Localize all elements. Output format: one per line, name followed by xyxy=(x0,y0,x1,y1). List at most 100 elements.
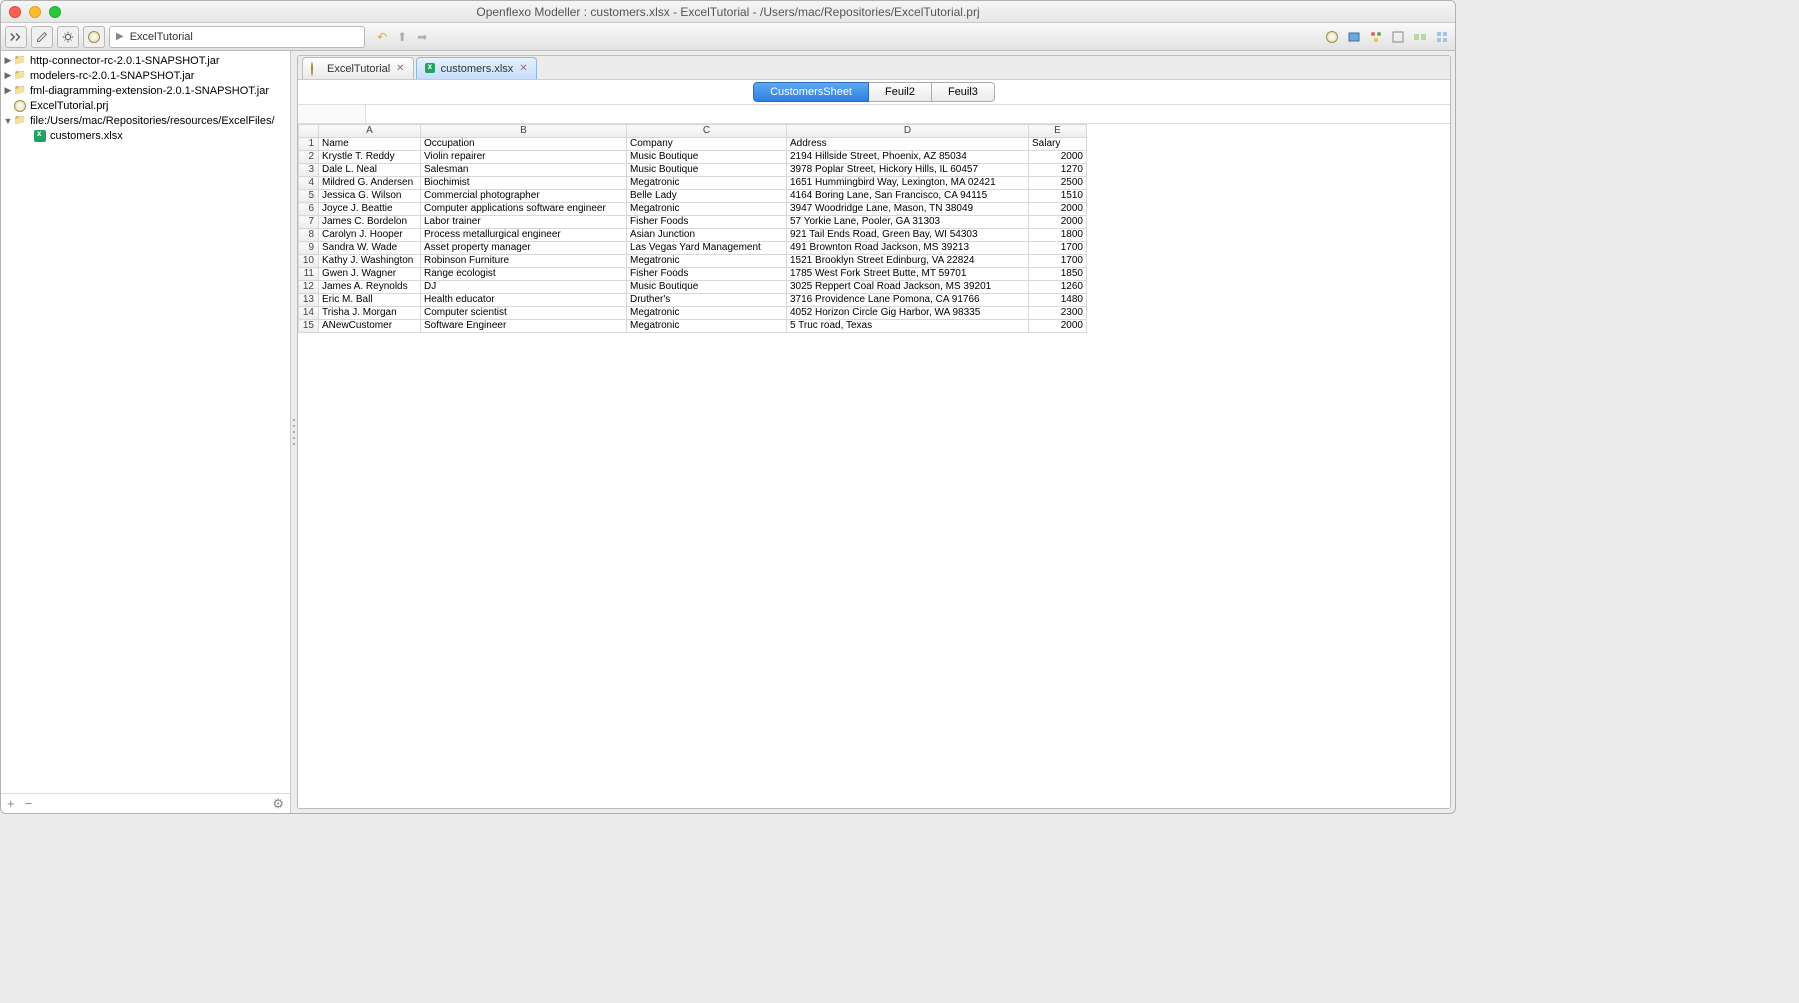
cell[interactable]: 2300 xyxy=(1029,307,1087,320)
column-header[interactable]: D xyxy=(787,125,1029,138)
cell[interactable]: Carolyn J. Hooper xyxy=(319,229,421,242)
tree-item[interactable]: ExcelTutorial.prj xyxy=(1,98,290,113)
sheet-feuil2[interactable]: Feuil2 xyxy=(869,82,932,102)
name-box[interactable] xyxy=(298,105,366,123)
cell[interactable]: Commercial photographer xyxy=(421,190,627,203)
cell[interactable]: 1785 West Fork Street Butte, MT 59701 xyxy=(787,268,1029,281)
cell[interactable]: 1700 xyxy=(1029,255,1087,268)
cell[interactable]: ANewCustomer xyxy=(319,320,421,333)
tree-item[interactable]: ▶fml-diagramming-extension-2.0.1-SNAPSHO… xyxy=(1,83,290,98)
cell[interactable]: Fisher Foods xyxy=(627,216,787,229)
cell[interactable]: 1850 xyxy=(1029,268,1087,281)
cell[interactable]: Megatronic xyxy=(627,255,787,268)
collapse-all-icon[interactable] xyxy=(5,26,27,48)
row-header[interactable]: 12 xyxy=(299,281,319,294)
table-row[interactable]: 10Kathy J. WashingtonRobinson FurnitureM… xyxy=(299,255,1087,268)
column-header[interactable]: E xyxy=(1029,125,1087,138)
table-row[interactable]: 1NameOccupationCompanyAddressSalary xyxy=(299,138,1087,151)
cell[interactable]: Las Vegas Yard Management xyxy=(627,242,787,255)
cell[interactable]: Mildred G. Andersen xyxy=(319,177,421,190)
perspective-icon-4[interactable] xyxy=(1389,28,1407,46)
cell[interactable]: 1480 xyxy=(1029,294,1087,307)
cell[interactable]: Computer applications software engineer xyxy=(421,203,627,216)
edit-icon[interactable] xyxy=(31,26,53,48)
nav-forward-icon[interactable]: ➡ xyxy=(413,28,431,46)
titlebar[interactable]: Openflexo Modeller : customers.xlsx - Ex… xyxy=(1,1,1455,23)
cell[interactable]: 3025 Reppert Coal Road Jackson, MS 39201 xyxy=(787,281,1029,294)
cell[interactable]: Salary xyxy=(1029,138,1087,151)
disclosure-right-icon[interactable]: ▶ xyxy=(3,70,13,81)
row-header[interactable]: 10 xyxy=(299,255,319,268)
cell[interactable]: 2500 xyxy=(1029,177,1087,190)
cell[interactable]: Labor trainer xyxy=(421,216,627,229)
cell[interactable]: 57 Yorkie Lane, Pooler, GA 31303 xyxy=(787,216,1029,229)
cell[interactable]: 1651 Hummingbird Way, Lexington, MA 0242… xyxy=(787,177,1029,190)
cell[interactable]: 1800 xyxy=(1029,229,1087,242)
table-row[interactable]: 13Eric M. BallHealth educatorDruther's37… xyxy=(299,294,1087,307)
row-header[interactable]: 14 xyxy=(299,307,319,320)
cell[interactable]: Megatronic xyxy=(627,320,787,333)
perspective-icon-6[interactable] xyxy=(1433,28,1451,46)
tree-item[interactable]: ▶http-connector-rc-2.0.1-SNAPSHOT.jar xyxy=(1,53,290,68)
cell[interactable]: 1510 xyxy=(1029,190,1087,203)
cell[interactable]: 4052 Horizon Circle Gig Harbor, WA 98335 xyxy=(787,307,1029,320)
cell[interactable]: Robinson Furniture xyxy=(421,255,627,268)
row-header[interactable]: 8 xyxy=(299,229,319,242)
row-header[interactable]: 6 xyxy=(299,203,319,216)
table-row[interactable]: 7James C. BordelonLabor trainerFisher Fo… xyxy=(299,216,1087,229)
cell[interactable]: DJ xyxy=(421,281,627,294)
cell[interactable]: Krystle T. Reddy xyxy=(319,151,421,164)
perspective-icon-1[interactable] xyxy=(1323,28,1341,46)
table-row[interactable]: 15ANewCustomerSoftware EngineerMegatroni… xyxy=(299,320,1087,333)
footer-gear-icon[interactable]: ⚙ xyxy=(272,796,284,812)
cell[interactable]: James C. Bordelon xyxy=(319,216,421,229)
cell[interactable]: Music Boutique xyxy=(627,151,787,164)
cell[interactable]: 1700 xyxy=(1029,242,1087,255)
cell[interactable]: Computer scientist xyxy=(421,307,627,320)
cell[interactable]: Violin repairer xyxy=(421,151,627,164)
cell[interactable]: 2194 Hillside Street, Phoenix, AZ 85034 xyxy=(787,151,1029,164)
table-row[interactable]: 3Dale L. NealSalesmanMusic Boutique3978 … xyxy=(299,164,1087,177)
cell[interactable]: James A. Reynolds xyxy=(319,281,421,294)
cell[interactable]: Range ecologist xyxy=(421,268,627,281)
table-row[interactable]: 2Krystle T. ReddyViolin repairerMusic Bo… xyxy=(299,151,1087,164)
column-header[interactable]: A xyxy=(319,125,421,138)
corner-cell[interactable] xyxy=(299,125,319,138)
cell[interactable]: Belle Lady xyxy=(627,190,787,203)
cell[interactable]: Fisher Foods xyxy=(627,268,787,281)
nav-back-icon[interactable]: ↶ xyxy=(373,28,391,46)
cell[interactable]: 5 Truc road, Texas xyxy=(787,320,1029,333)
sheet-feuil3[interactable]: Feuil3 xyxy=(932,82,995,102)
cell[interactable]: 3947 Woodridge Lane, Mason, TN 38049 xyxy=(787,203,1029,216)
cell[interactable]: Trisha J. Morgan xyxy=(319,307,421,320)
close-tab-icon[interactable]: ✕ xyxy=(519,63,527,74)
row-header[interactable]: 15 xyxy=(299,320,319,333)
table-row[interactable]: 14Trisha J. MorganComputer scientistMega… xyxy=(299,307,1087,320)
cell[interactable]: Occupation xyxy=(421,138,627,151)
spreadsheet-grid[interactable]: A B C D E 1NameOccupationCompanyAddressS… xyxy=(298,124,1450,808)
row-header[interactable]: 7 xyxy=(299,216,319,229)
tree-item[interactable]: ▶modelers-rc-2.0.1-SNAPSHOT.jar xyxy=(1,68,290,83)
table-row[interactable]: 6Joyce J. BeattieComputer applications s… xyxy=(299,203,1087,216)
cell[interactable]: Software Engineer xyxy=(421,320,627,333)
cell[interactable]: Music Boutique xyxy=(627,164,787,177)
table-row[interactable]: 9Sandra W. WadeAsset property managerLas… xyxy=(299,242,1087,255)
cell[interactable]: Asset property manager xyxy=(421,242,627,255)
formula-input[interactable] xyxy=(366,105,1450,123)
tree-item[interactable]: ▼file:/Users/mac/Repositories/resources/… xyxy=(1,113,290,128)
tree-item[interactable]: customers.xlsx xyxy=(1,128,290,143)
perspective-icon-5[interactable] xyxy=(1411,28,1429,46)
cell[interactable]: Salesman xyxy=(421,164,627,177)
perspective-icon-2[interactable] xyxy=(1345,28,1363,46)
cell[interactable]: Sandra W. Wade xyxy=(319,242,421,255)
cell[interactable]: Health educator xyxy=(421,294,627,307)
disclosure-down-icon[interactable]: ▼ xyxy=(3,116,13,126)
cell[interactable]: 2000 xyxy=(1029,151,1087,164)
cell[interactable]: Jessica G. Wilson xyxy=(319,190,421,203)
table-row[interactable]: 5Jessica G. WilsonCommercial photographe… xyxy=(299,190,1087,203)
cell[interactable]: Dale L. Neal xyxy=(319,164,421,177)
cell[interactable]: 2000 xyxy=(1029,203,1087,216)
cell[interactable]: 1270 xyxy=(1029,164,1087,177)
cell[interactable]: Megatronic xyxy=(627,203,787,216)
breadcrumb[interactable]: ▶ ExcelTutorial xyxy=(109,26,365,48)
